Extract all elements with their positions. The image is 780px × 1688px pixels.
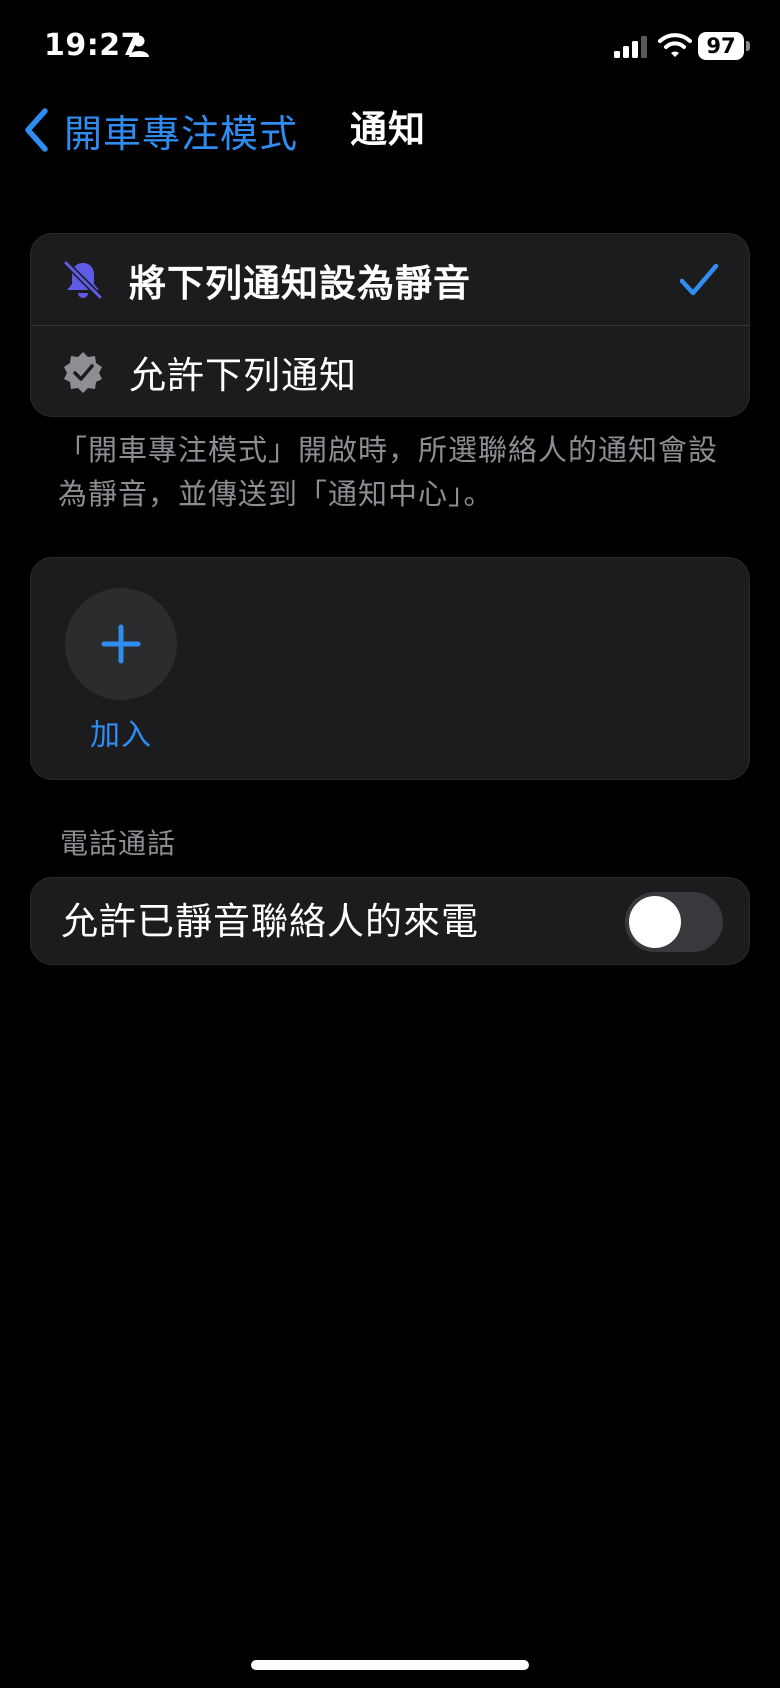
page-title: 通知	[350, 108, 426, 151]
contacts-group: 加入	[30, 557, 750, 780]
plus-icon	[101, 624, 141, 664]
home-indicator[interactable]	[251, 1660, 529, 1670]
chevron-left-icon	[25, 108, 48, 152]
calls-group: 允許已靜音聯絡人的來電	[30, 877, 750, 965]
status-bar: 19:27 97	[0, 0, 780, 96]
allow-calls-toggle[interactable]	[625, 892, 723, 952]
option-allow-notifications[interactable]: 允許下列通知	[31, 326, 749, 417]
add-contact-button[interactable]	[65, 588, 177, 700]
wifi-icon	[658, 33, 692, 57]
battery-indicator: 97	[698, 32, 744, 60]
back-label: 開車專注模式	[64, 111, 299, 156]
section-header-calls: 電話通話	[60, 827, 177, 860]
allow-calls-label: 允許已靜音聯絡人的來電	[61, 900, 479, 943]
cellular-signal-icon	[614, 36, 647, 58]
option-label: 將下列通知設為靜音	[129, 261, 471, 305]
bell-slash-icon	[63, 259, 103, 300]
battery-tip	[746, 41, 750, 51]
option-silence-notifications[interactable]: 將下列通知設為靜音	[31, 234, 749, 325]
checkmark-icon	[679, 263, 719, 295]
back-button[interactable]: 開車專注模式	[22, 100, 298, 160]
checkmark-seal-icon	[64, 351, 102, 393]
person-icon	[129, 35, 149, 57]
notification-mode-group: 將下列通知設為靜音 允許下列通知	[30, 233, 750, 417]
description-text: 「開車專注模式」開啟時，所選聯絡人的通知會設為靜音，並傳送到「通知中心」。	[58, 433, 719, 511]
add-contact-label[interactable]: 加入	[65, 710, 177, 754]
option-label: 允許下列通知	[129, 353, 357, 397]
toggle-knob	[629, 896, 681, 948]
battery-level: 97	[706, 34, 736, 58]
